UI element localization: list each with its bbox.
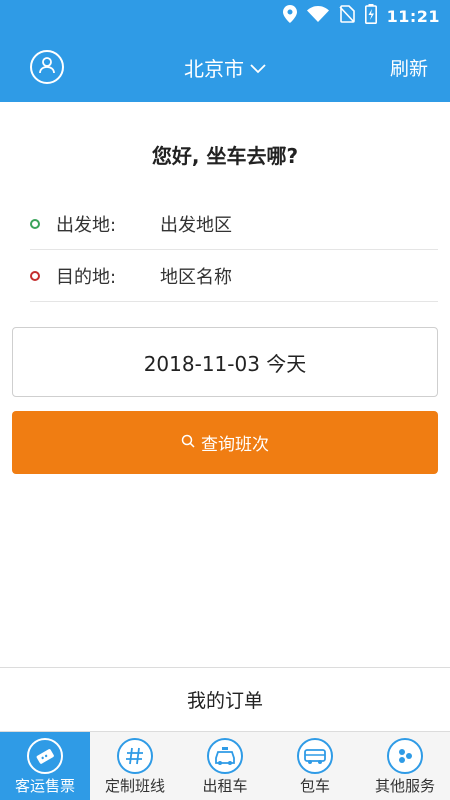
nav-taxi-label: 出租车 [202, 777, 248, 795]
departure-dot-icon [30, 218, 40, 229]
nav-ticket[interactable]: 客运售票 [0, 732, 90, 800]
app-bar: 北京市 刷新 [0, 32, 450, 102]
destination-row[interactable]: 目的地: 地区名称 [30, 250, 438, 302]
wifi-icon [306, 6, 329, 26]
departure-row[interactable]: 出发地: 出发地区 [30, 198, 438, 250]
search-button-label: 查询班次 [201, 435, 269, 455]
route-icon [117, 738, 153, 774]
greeting-title: 您好, 坐车去哪? [151, 144, 299, 168]
more-services-icon [387, 738, 423, 774]
date-selector[interactable]: 2018-11-03 今天 [12, 327, 438, 397]
nav-other-services-label: 其他服务 [374, 777, 435, 795]
status-time: 11:21 [386, 6, 440, 26]
status-bar: 11:21 [0, 0, 450, 32]
nav-charter-label: 包车 [299, 777, 330, 795]
nav-charter[interactable]: 包车 [270, 732, 360, 800]
bus-icon [297, 738, 333, 774]
departure-label: 出发地: [56, 214, 117, 236]
avatar-button[interactable] [30, 50, 64, 84]
destination-dot-icon [30, 270, 40, 281]
bottom-nav: 客运售票 定制班线 出租车 包车 其他服务 [0, 731, 450, 800]
nav-ticket-label: 客运售票 [14, 777, 75, 795]
departure-value[interactable]: 出发地区 [160, 211, 232, 237]
nav-custom-route[interactable]: 定制班线 [90, 732, 180, 800]
location-icon [282, 5, 297, 27]
refresh-button[interactable]: 刷新 [390, 54, 428, 81]
taxi-icon [207, 738, 243, 774]
city-name: 北京市 [184, 56, 244, 81]
destination-label: 目的地: [56, 266, 117, 288]
status-icons: 11:21 [282, 4, 440, 28]
search-icon [181, 433, 195, 453]
ticket-icon [27, 738, 63, 774]
nav-custom-route-label: 定制班线 [104, 777, 165, 795]
route-list: 出发地: 出发地区 目的地: 地区名称 [30, 198, 438, 302]
nav-other-services[interactable]: 其他服务 [360, 732, 450, 800]
destination-value[interactable]: 地区名称 [160, 263, 232, 289]
city-selector[interactable]: 北京市 [184, 53, 266, 82]
no-sim-icon [338, 5, 355, 27]
chevron-down-icon [250, 55, 266, 79]
user-icon [37, 55, 57, 79]
my-orders-button[interactable]: 我的订单 [0, 668, 450, 730]
nav-taxi[interactable]: 出租车 [180, 732, 270, 800]
search-schedules-button[interactable]: 查询班次 [12, 411, 438, 474]
battery-icon [364, 4, 377, 28]
